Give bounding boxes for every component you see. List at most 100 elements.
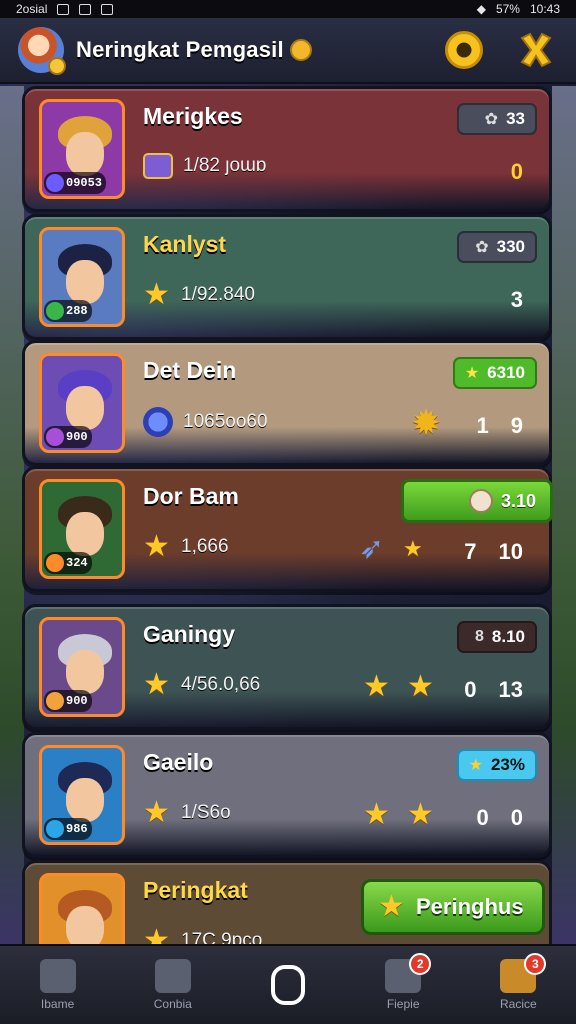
score-value: 23% [490,755,525,774]
score-badge[interactable]: ★ 6310 [452,357,537,389]
portrait-face [66,260,104,304]
stat-count: 0 [464,677,477,702]
background-scenery-right [552,86,576,944]
star-icon: ★ [143,668,170,701]
score-badge[interactable]: 8 8.10 [457,621,537,653]
nav-item-ibame[interactable]: Ibame [8,959,108,1011]
star-icon: ★ [403,536,423,561]
score-badge[interactable]: 3.10 [401,479,553,523]
player-name: Gaeilo [143,749,214,775]
player-stat-value: 1,666 [181,536,229,557]
star-icon: ★ [363,670,390,703]
stat-count: 3 [510,287,523,312]
refresh-button[interactable] [442,28,486,72]
player-portrait[interactable]: 288 [39,227,125,327]
rank-prefix: 8 [475,628,484,645]
stat-count: 7 [464,539,477,564]
nav-item-fiepie[interactable]: Fiepie 2 [353,953,453,1011]
star-icon: ★ [464,365,480,382]
nav-label: Fiepie [386,997,420,1011]
score-badge[interactable]: ★ 23% [456,749,537,781]
reward-icons: ➶ ★ [359,534,431,564]
home-icon [39,959,76,993]
close-button[interactable] [514,28,558,72]
ranking-card[interactable]: 900 Ganingy ★ 4/56.0,66 8 8.10 ★ ★ 0 13 [22,604,552,730]
gear-icon: ✿ [484,111,499,128]
player-name: Peringkat [143,877,248,903]
score-badge[interactable]: ✿ 33 [457,103,537,135]
stat-counts: 3 [511,287,523,313]
notification-badge: 3 [524,953,547,975]
stat-count: 0 [476,805,489,830]
player-stat: ★ 17C 9ɒco [143,926,262,945]
ranking-card[interactable]: 09053 Merigkes 1/82 ȷoɯɒ ✿ 33 0 [22,86,552,212]
level-badge: 900 [44,690,92,712]
stat-counts: 0 13 [464,677,523,703]
ranking-list[interactable]: 09053 Merigkes 1/82 ȷoɯɒ ✿ 33 0 288 Kanl… [22,86,554,944]
nav-item-racice[interactable]: Racice 3 [468,953,568,1011]
stat-count: 9 [510,413,523,438]
star-icon: ★ [363,798,390,831]
notification-icon [57,3,70,15]
player-stat: ★ 1/92.840 [143,278,255,311]
ball-icon [468,489,493,513]
level-badge: 288 [44,300,92,322]
nav-item-conbia[interactable]: Conbia [123,959,223,1011]
blue-coin-icon [143,407,173,437]
image-icon [79,3,92,15]
star-icon: ★ [407,798,434,831]
upload-icon [101,3,114,15]
level-badge: 324 [44,552,92,574]
wifi-icon: ◆ [476,2,486,16]
score-value: 3.10 [500,490,536,511]
ranking-card[interactable]: 288 Kanlyst ★ 1/92.840 ✿ 330 3 [22,214,552,340]
player-portrait[interactable]: 900 [39,617,125,717]
player-stat: ★ 1/S6o [143,798,231,828]
player-name: Det Dein [143,357,237,383]
stat-counts: 7 10 [464,539,523,565]
player-stat: 1065oo60 [143,407,268,437]
page-title: Neringkat Pemgasil [76,37,312,63]
player-portrait[interactable]: 986 [39,745,125,845]
star-icon: ★ [143,278,170,311]
player-portrait[interactable]: 324 [39,479,125,579]
portrait-face [66,386,104,430]
nav-item-center[interactable] [238,965,338,1005]
player-portrait[interactable] [39,873,125,944]
ranking-card[interactable]: 324 Dor Bam ★ 1,666 3.10 ➶ ★ 7 10 [22,466,553,592]
player-stat: ★ 1,666 [143,532,229,562]
stat-count: 1 [476,413,489,438]
refresh-icon [445,31,483,69]
player-name: Kanlyst [143,231,227,257]
score-value: 8.10 [491,627,525,646]
ranking-card[interactable]: 900 Det Dein 1065oo60 ★ 6310 ✹ 1 9 [22,340,552,466]
status-carrier-text: 2osial [16,2,48,16]
player-portrait[interactable]: 09053 [39,99,125,199]
stat-count: 0 [510,805,523,830]
battery-level: 57% [495,2,520,16]
page-title-text: Neringkat Pemgasil [76,37,284,62]
profile-avatar[interactable] [18,27,66,75]
ticket-icon [143,153,173,179]
notification-badge: 2 [409,953,432,975]
player-portrait[interactable]: 900 [39,353,125,453]
ranking-card[interactable]: Peringkat ★ 17C 9ɒco ★ Peringhus [22,860,552,944]
portrait-face [66,778,104,822]
star-icon: ★ [407,670,434,703]
player-stat-value: 1/92.840 [181,284,255,305]
player-name: Merigkes [143,103,243,129]
portrait-face [66,906,104,944]
center-button-icon [270,965,305,1005]
player-stat-value: 1/S6o [181,802,231,823]
nav-label: Conbia [153,997,192,1011]
ranking-card[interactable]: 986 Gaeilo ★ 1/S6o ★ 23% ★ ★ 0 0 [22,732,552,858]
portrait-face [66,512,104,556]
score-value: 6310 [487,363,525,382]
peringhus-button[interactable]: ★ Peringhus [361,879,545,935]
bottom-navigation: Ibame Conbia Fiepie 2 Racice 3 [0,944,576,1024]
score-badge[interactable]: ✿ 330 [457,231,537,263]
sun-badge-icon: ✹ [411,402,442,443]
player-stat-value: 4/56.0,66 [181,674,261,695]
score-value: 33 [506,109,525,128]
level-badge: 986 [44,818,92,840]
